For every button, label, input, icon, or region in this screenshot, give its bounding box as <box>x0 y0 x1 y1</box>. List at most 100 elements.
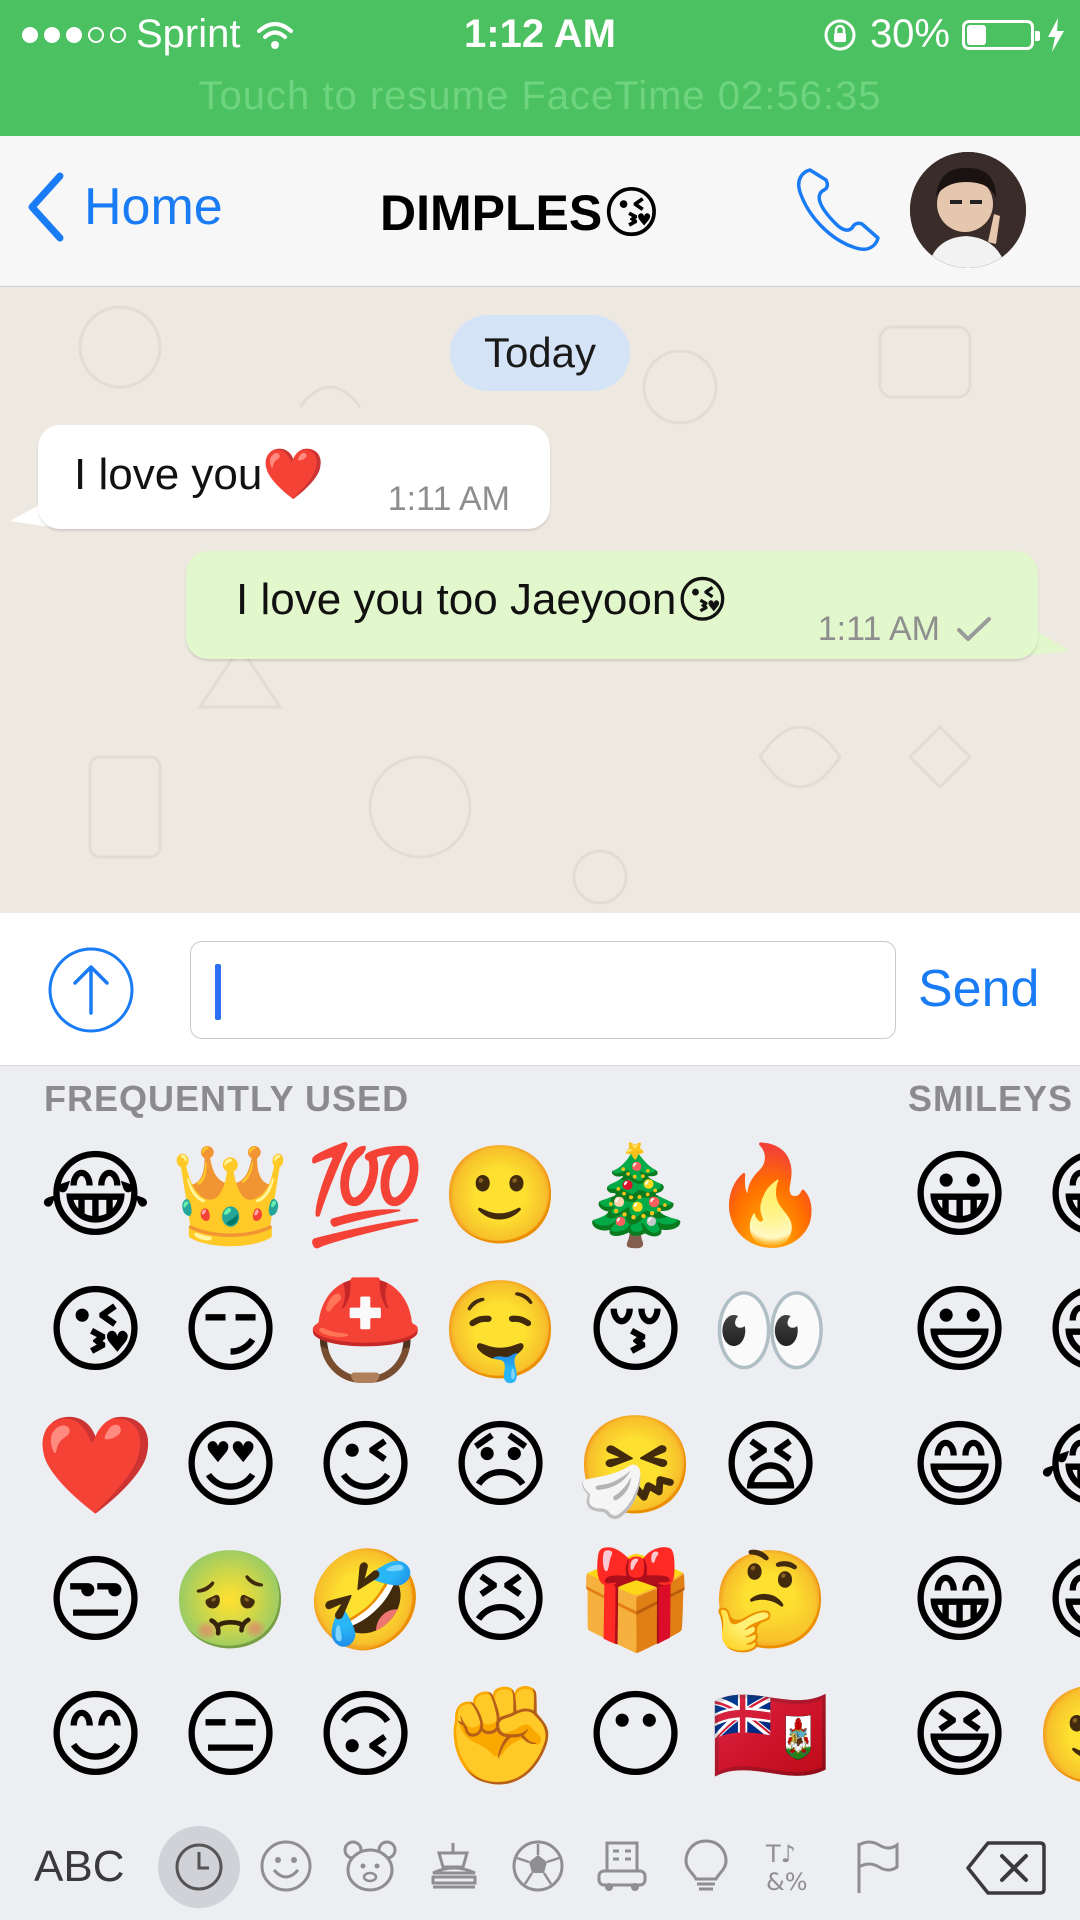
emoji-keyboard: FREQUENTLY USED SMILEYS 😂 👑 💯 🙂 🎄 🔥 😘 😏 ⛑️ 🤤 😚 👀 ❤️ 😍… <box>0 1066 1080 1920</box>
emoji-key[interactable]: 😶 <box>568 1668 703 1803</box>
emoji-key[interactable]: 😅 <box>1027 1263 1080 1398</box>
emoji-key[interactable]: 😘 <box>28 1263 163 1398</box>
category-flags[interactable] <box>846 1836 906 1896</box>
call-button[interactable] <box>790 162 886 263</box>
emoji-category-bar: ABC T♪ &% <box>0 1808 1080 1920</box>
emoji-key[interactable]: 😁 <box>892 1533 1027 1668</box>
category-travel[interactable] <box>592 1836 652 1896</box>
emoji-key[interactable]: 😫 <box>703 1398 838 1533</box>
avatar-photo <box>910 152 1026 268</box>
emoji-key[interactable]: 💯 <box>298 1128 433 1263</box>
emoji-key[interactable]: 😂 <box>1027 1398 1080 1533</box>
emoji-key[interactable]: 🤧 <box>568 1398 703 1533</box>
charging-bolt-icon <box>1048 17 1064 52</box>
travel-icon <box>597 1841 647 1891</box>
message-time: 1:11 AM <box>817 610 940 648</box>
message-list[interactable]: Today I love you ❤️ 1:11 AM I love you t… <box>0 287 1080 913</box>
status-bar: Sprint 1:12 AM 30% Touch to resume FaceT… <box>0 0 1080 136</box>
emoji-key[interactable]: 🤣 <box>298 1533 433 1668</box>
emoji-key[interactable]: 😒 <box>28 1533 163 1668</box>
food-icon <box>431 1843 477 1889</box>
category-food[interactable] <box>424 1836 484 1896</box>
emoji-key[interactable]: 😊 <box>28 1668 163 1803</box>
composer-bar: Send <box>0 913 1080 1066</box>
emoji-key[interactable]: 🙃 <box>298 1668 433 1803</box>
message-emoji: 😘 <box>676 572 729 628</box>
message-incoming[interactable]: I love you ❤️ 1:11 AM <box>38 425 550 529</box>
category-symbols[interactable]: T♪ &% <box>760 1836 820 1896</box>
back-button[interactable]: Home <box>26 172 223 242</box>
animal-icon <box>343 1840 397 1892</box>
emoji-key[interactable]: 😣 <box>433 1533 568 1668</box>
section-header-smileys: SMILEYS <box>908 1078 1074 1119</box>
emoji-key[interactable]: 😂 <box>28 1128 163 1263</box>
recent-clock-icon <box>175 1843 223 1891</box>
emoji-key[interactable]: 😀 <box>892 1128 1027 1263</box>
text-caret <box>215 964 221 1020</box>
facetime-resume-banner[interactable]: Touch to resume FaceTime 02:56:35 <box>0 74 1080 119</box>
delete-button[interactable] <box>966 1840 1046 1901</box>
battery-icon <box>962 19 1040 50</box>
emoji-key[interactable]: 😉 <box>298 1398 433 1533</box>
message-text: I love you <box>74 449 263 499</box>
emoji-key[interactable]: 🤤 <box>433 1263 568 1398</box>
svg-text:&%: &% <box>766 1868 808 1896</box>
emoji-key[interactable]: 🤢 <box>163 1533 298 1668</box>
flag-icon <box>857 1840 899 1893</box>
contact-avatar[interactable] <box>910 152 1026 268</box>
chat-header: Home DIMPLES 😘 <box>0 136 1080 287</box>
category-objects[interactable] <box>676 1836 736 1896</box>
smiley-icon <box>260 1840 312 1892</box>
emoji-key[interactable]: 😏 <box>163 1263 298 1398</box>
emoji-key[interactable]: ✊ <box>433 1668 568 1803</box>
emoji-key[interactable]: 🙂 <box>1027 1668 1080 1803</box>
sport-ball-icon <box>512 1840 564 1892</box>
frequent-emoji-grid: 😂 👑 💯 🙂 🎄 🔥 😘 😏 ⛑️ 🤤 😚 👀 ❤️ 😍 😉 😞 🤧 😫 😒 🤢 🤣 😣 🎁 🤔 😊 😑 🙃 ✊ 😶 🇧🇲 <box>28 1128 838 1803</box>
emoji-key[interactable]: 🤔 <box>703 1533 838 1668</box>
rotation-lock-icon <box>824 19 856 50</box>
contact-name-emoji: 😘 <box>602 181 661 244</box>
phone-icon <box>797 168 880 251</box>
emoji-key[interactable]: 😁 <box>1027 1128 1080 1263</box>
message-emoji: ❤️ <box>262 446 325 502</box>
emoji-key[interactable]: 🎄 <box>568 1128 703 1263</box>
emoji-key[interactable]: 😞 <box>433 1398 568 1533</box>
message-input[interactable] <box>190 941 896 1039</box>
backspace-icon <box>966 1841 1046 1895</box>
smileys-emoji-grid: 😀😁😃😅😄😂😁😅😆🙂 <box>892 1128 1080 1803</box>
category-animals[interactable] <box>340 1836 400 1896</box>
emoji-key[interactable]: 😆 <box>892 1668 1027 1803</box>
send-button[interactable]: Send <box>918 959 1039 1019</box>
category-recent[interactable] <box>158 1826 240 1908</box>
category-smileys[interactable] <box>256 1836 316 1896</box>
emoji-key[interactable]: 😅 <box>1027 1533 1080 1668</box>
emoji-key[interactable]: 🇧🇲 <box>703 1668 838 1803</box>
contact-name[interactable]: DIMPLES 😘 <box>380 180 661 246</box>
message-text: I love you too Jaeyoon <box>236 575 677 624</box>
back-label: Home <box>84 178 223 236</box>
message-time: 1:11 AM <box>387 480 510 518</box>
battery-percent: 30% <box>869 12 950 56</box>
svg-text:T♪: T♪ <box>765 1840 796 1868</box>
attach-button[interactable] <box>46 945 136 1040</box>
emoji-key[interactable]: ⛑️ <box>298 1263 433 1398</box>
emoji-key[interactable]: 😍 <box>163 1398 298 1533</box>
emoji-key[interactable]: 😚 <box>568 1263 703 1398</box>
emoji-key[interactable]: 😃 <box>892 1263 1027 1398</box>
chevron-left-icon <box>28 172 64 242</box>
contact-name-text: DIMPLES <box>380 185 603 241</box>
emoji-key[interactable]: 😑 <box>163 1668 298 1803</box>
emoji-key[interactable]: 🎁 <box>568 1533 703 1668</box>
emoji-key[interactable]: 🙂 <box>433 1128 568 1263</box>
emoji-key[interactable]: 🔥 <box>703 1128 838 1263</box>
emoji-key[interactable]: ❤️ <box>28 1398 163 1533</box>
emoji-key[interactable]: 😄 <box>892 1398 1027 1533</box>
emoji-key[interactable]: 👀 <box>703 1263 838 1398</box>
emoji-key[interactable]: 👑 <box>163 1128 298 1263</box>
category-activity[interactable] <box>508 1836 568 1896</box>
object-bulb-icon <box>684 1839 728 1891</box>
date-separator: Today <box>450 315 630 391</box>
message-outgoing[interactable]: I love you too Jaeyoon 😘 1:11 AM <box>186 551 1038 659</box>
abc-keyboard-button[interactable]: ABC <box>34 1842 124 1892</box>
symbols-icon: T♪&% <box>765 1840 808 1896</box>
